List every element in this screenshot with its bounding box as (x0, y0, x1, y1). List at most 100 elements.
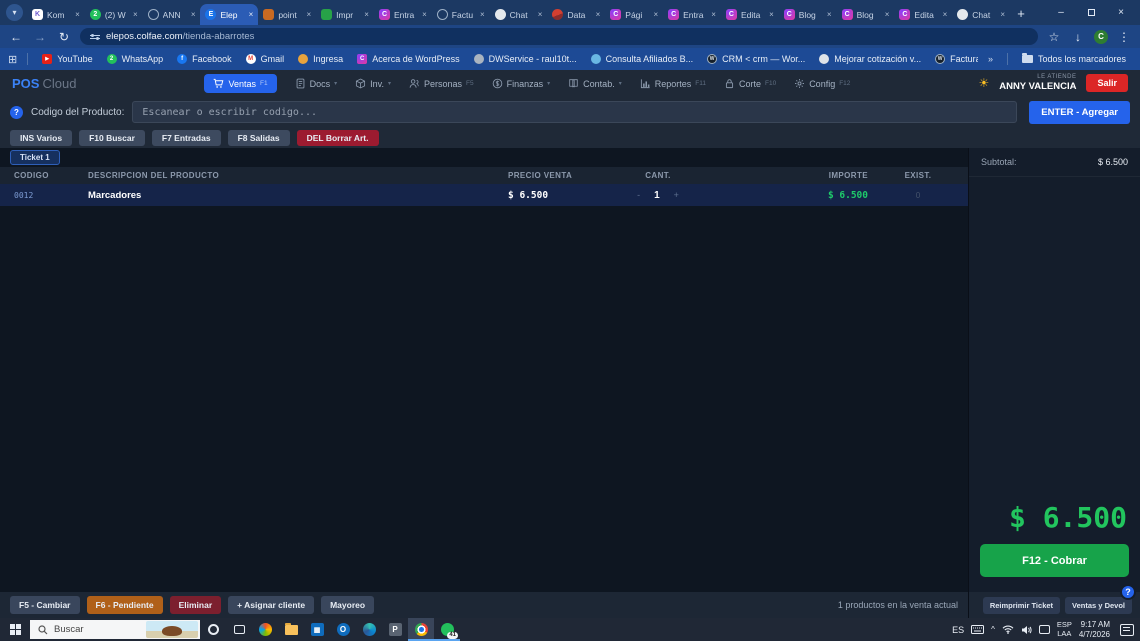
browser-tab[interactable]: Chat× (490, 4, 548, 25)
browser-tab[interactable]: CPági× (605, 4, 663, 25)
browser-tab[interactable]: CEdita× (721, 4, 779, 25)
volume-icon[interactable] (1021, 625, 1032, 635)
hotkey-del-borrar-art-[interactable]: DEL Borrar Art. (297, 130, 379, 146)
taskbar-search[interactable]: Buscar (30, 620, 200, 639)
bookmark-item[interactable]: fFacebook (171, 52, 238, 66)
start-button[interactable] (0, 618, 30, 641)
tab-close-icon[interactable]: × (943, 10, 948, 19)
nav-item-contab[interactable]: Contab.▾ (568, 78, 622, 89)
bookmark-item[interactable]: 2WhatsApp (101, 52, 170, 66)
nav-item-corte[interactable]: CorteF10 (724, 78, 776, 89)
new-tab-button[interactable]: + (1012, 6, 1030, 21)
help-bubble-icon[interactable]: ? (1120, 584, 1136, 600)
bookmark-item[interactable]: WCRM < crm — Wor... (701, 52, 811, 66)
tab-close-icon[interactable]: × (711, 10, 716, 19)
hotkey-f7-entradas[interactable]: F7 Entradas (152, 130, 221, 146)
tab-search-button[interactable]: ▾ (6, 4, 23, 21)
forward-button[interactable]: → (32, 30, 48, 44)
browser-tab[interactable]: CEdita× (894, 4, 952, 25)
logout-button[interactable]: Salir (1086, 74, 1128, 92)
ticket-tab[interactable]: Ticket 1 (10, 150, 60, 165)
taskbar-task-view[interactable] (226, 618, 252, 641)
language-indicator[interactable]: ESP LAA (1057, 621, 1072, 638)
tab-close-icon[interactable]: × (249, 10, 254, 19)
kebab-menu-icon[interactable]: ⋮ (1116, 30, 1132, 44)
nav-item-finanzas[interactable]: Finanzas▾ (492, 78, 551, 89)
footer-mayoreo[interactable]: Mayoreo (321, 596, 374, 614)
browser-tab[interactable]: Impr× (316, 4, 374, 25)
notification-center-icon[interactable] (1120, 624, 1134, 636)
profile-avatar[interactable]: C (1094, 30, 1108, 44)
browser-tab[interactable]: point× (258, 4, 316, 25)
add-product-button[interactable]: ENTER - Agregar (1029, 101, 1130, 124)
taskbar-chrome[interactable] (408, 618, 434, 641)
tab-close-icon[interactable]: × (596, 10, 601, 19)
close-button[interactable]: × (1106, 0, 1136, 25)
minimize-button[interactable]: – (1046, 0, 1076, 25)
browser-tab[interactable]: Data× (547, 4, 605, 25)
theme-sun-icon[interactable]: ☀ (978, 76, 989, 90)
bookmark-item[interactable]: WFacturación Electrón... (929, 52, 978, 66)
tab-close-icon[interactable]: × (480, 10, 485, 19)
bookmark-item[interactable]: ▶YouTube (36, 52, 98, 66)
footer-f6-pendiente[interactable]: F6 - Pendiente (87, 596, 163, 614)
bookmark-item[interactable]: Consulta Afiliados B... (585, 52, 700, 66)
keyboard-icon[interactable] (971, 625, 984, 634)
tab-close-icon[interactable]: × (75, 10, 80, 19)
tab-close-icon[interactable]: × (133, 10, 138, 19)
browser-tab[interactable]: KKom× (27, 4, 85, 25)
taskbar-outlook[interactable]: O (330, 618, 356, 641)
taskbar-whatsapp[interactable]: 41 (434, 618, 460, 641)
nav-item-inv[interactable]: Inv.▾ (355, 78, 391, 89)
site-settings-icon[interactable] (90, 35, 100, 39)
tab-close-icon[interactable]: × (191, 10, 196, 19)
browser-tab[interactable]: CEntra× (663, 4, 721, 25)
reprint-ticket-button[interactable]: Reimprimir Ticket (983, 597, 1060, 614)
bookmarks-overflow-button[interactable]: » (982, 54, 999, 64)
sales-returns-button[interactable]: Ventas y Devol (1065, 597, 1132, 614)
browser-tab[interactable]: Chat× (952, 4, 1010, 25)
bookmark-item[interactable]: MGmail (240, 52, 291, 66)
tab-close-icon[interactable]: × (769, 10, 774, 19)
qty-minus-button[interactable]: - (637, 190, 640, 200)
nav-item-personas[interactable]: PersonasF5 (409, 78, 474, 89)
taskbar-cortana[interactable] (200, 618, 226, 641)
display-icon[interactable] (1039, 625, 1050, 634)
tab-close-icon[interactable]: × (1000, 10, 1005, 19)
input-language[interactable]: ES (952, 625, 964, 635)
footer-f5-cambiar[interactable]: F5 - Cambiar (10, 596, 80, 614)
browser-tab[interactable]: EElep× (200, 4, 258, 25)
apps-grid-icon[interactable]: ⊞ (8, 53, 17, 66)
bookmark-item[interactable]: Ingresa (292, 52, 349, 66)
taskbar-edge[interactable] (356, 618, 382, 641)
taskbar-file-explorer[interactable] (278, 618, 304, 641)
taskbar-microsoft-store[interactable]: ▦ (304, 618, 330, 641)
product-code-input[interactable] (132, 101, 1017, 123)
qty-plus-button[interactable]: + (674, 190, 679, 200)
tab-close-icon[interactable]: × (364, 10, 369, 19)
hotkey-f10-buscar[interactable]: F10 Buscar (79, 130, 145, 146)
footer--asignar-cliente[interactable]: + Asignar cliente (228, 596, 314, 614)
browser-tab[interactable]: 2(2) W× (85, 4, 143, 25)
tab-close-icon[interactable]: × (538, 10, 543, 19)
tab-close-icon[interactable]: × (827, 10, 832, 19)
bookmark-item[interactable]: DWService - raul10t... (468, 52, 583, 66)
hotkey-ins-varios[interactable]: INS Varios (10, 130, 72, 146)
maximize-button[interactable] (1076, 0, 1106, 25)
help-icon[interactable]: ? (10, 106, 23, 119)
table-row[interactable]: 0012Marcadores$ 6.500-1+$ 6.5000 (0, 184, 968, 206)
nav-item-reportes[interactable]: ReportesF11 (640, 78, 706, 89)
back-button[interactable]: ← (8, 30, 24, 44)
bookmark-star-icon[interactable]: ☆ (1046, 30, 1062, 44)
nav-item-ventas[interactable]: VentasF1 (204, 74, 276, 93)
tab-close-icon[interactable]: × (885, 10, 890, 19)
taskbar-p-app[interactable]: P (382, 618, 408, 641)
nav-item-docs[interactable]: Docs▾ (295, 78, 338, 89)
tab-close-icon[interactable]: × (306, 10, 311, 19)
browser-tab[interactable]: CEntra× (374, 4, 432, 25)
address-bar[interactable]: elepos.colfae.com/tienda-abarrotes (80, 28, 1038, 45)
charge-button[interactable]: F12 - Cobrar (980, 544, 1129, 577)
tab-close-icon[interactable]: × (653, 10, 658, 19)
nav-item-config[interactable]: ConfigF12 (794, 78, 850, 89)
reload-button[interactable]: ↻ (56, 30, 72, 44)
